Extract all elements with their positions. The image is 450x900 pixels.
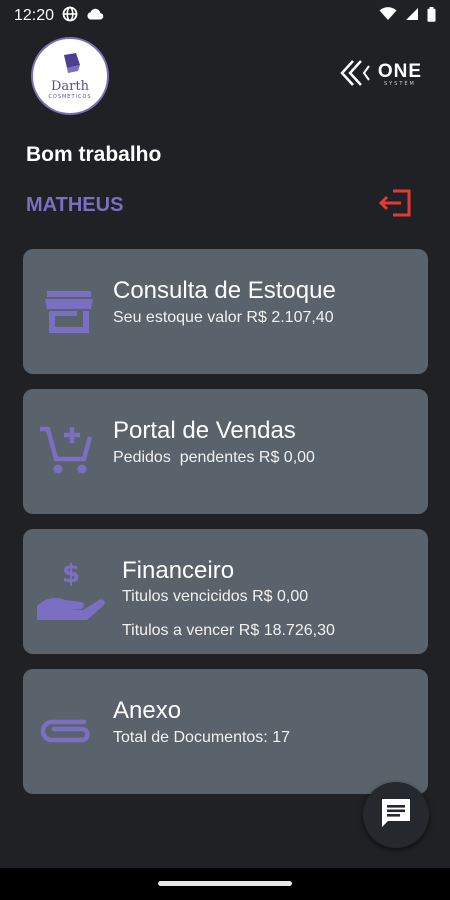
screen: 12:20 Darth COSMETICOS ONE SYSTEM Bom tr… xyxy=(0,0,450,900)
cart-add-icon xyxy=(37,422,95,478)
signal-icon xyxy=(405,7,419,25)
vpn-globe-icon xyxy=(62,6,78,26)
chat-icon xyxy=(379,797,413,833)
logo-emblem-icon xyxy=(58,52,82,77)
brand-text-block: ONE SYSTEM xyxy=(377,61,422,87)
username: MATHEUS xyxy=(26,194,124,216)
cloud-icon xyxy=(86,7,104,25)
status-right xyxy=(379,6,436,26)
one-chevron-logo-icon xyxy=(339,58,375,92)
card-detail: Titulos vencicidos R$ 0,00 xyxy=(122,588,309,605)
card-consulta-estoque[interactable]: Consulta de Estoque Seu estoque valor R$… xyxy=(23,249,428,374)
store-icon xyxy=(41,287,96,337)
card-portal-vendas[interactable]: Portal de Vendas Pedidos pendentes R$ 0,… xyxy=(23,389,428,514)
card-title: Financeiro xyxy=(122,557,235,584)
greeting-text: Bom trabalho xyxy=(26,143,162,166)
paperclip-icon xyxy=(37,711,95,751)
status-time: 12:20 xyxy=(14,7,55,24)
hand-money-icon: $ xyxy=(33,557,108,625)
card-title: Portal de Vendas xyxy=(113,417,296,444)
card-title: Anexo xyxy=(113,697,182,724)
card-financeiro[interactable]: $ Financeiro Titulos vencicidos R$ 0,00 … xyxy=(23,529,428,654)
card-detail: Seu estoque valor R$ 2.107,40 xyxy=(113,309,334,326)
card-detail: Pedidos pendentes R$ 0,00 xyxy=(113,449,315,466)
brand-one-text: ONE xyxy=(377,61,422,82)
home-indicator[interactable] xyxy=(158,881,292,886)
card-detail: Titulos a vencer R$ 18.726,30 xyxy=(122,622,335,639)
battery-icon xyxy=(427,6,436,26)
svg-text:$: $ xyxy=(61,559,79,589)
logo-subtitle: COSMETICOS xyxy=(48,93,92,100)
logout-icon xyxy=(378,189,413,221)
card-anexo[interactable]: Anexo Total de Documentos: 17 xyxy=(23,669,428,794)
card-title: Consulta de Estoque xyxy=(113,277,336,304)
company-logo: Darth COSMETICOS xyxy=(31,37,109,115)
chat-fab-button[interactable] xyxy=(363,782,429,848)
status-left: 12:20 xyxy=(14,6,104,26)
one-system-brand: ONE SYSTEM xyxy=(339,58,422,92)
logout-button[interactable] xyxy=(378,189,414,221)
wifi-icon xyxy=(379,7,397,25)
logo-title: Darth xyxy=(51,78,89,94)
status-bar: 12:20 xyxy=(0,0,450,32)
card-detail: Total de Documentos: 17 xyxy=(113,729,290,746)
brand-one-sub: SYSTEM xyxy=(383,81,416,87)
system-nav-bar xyxy=(0,868,450,900)
